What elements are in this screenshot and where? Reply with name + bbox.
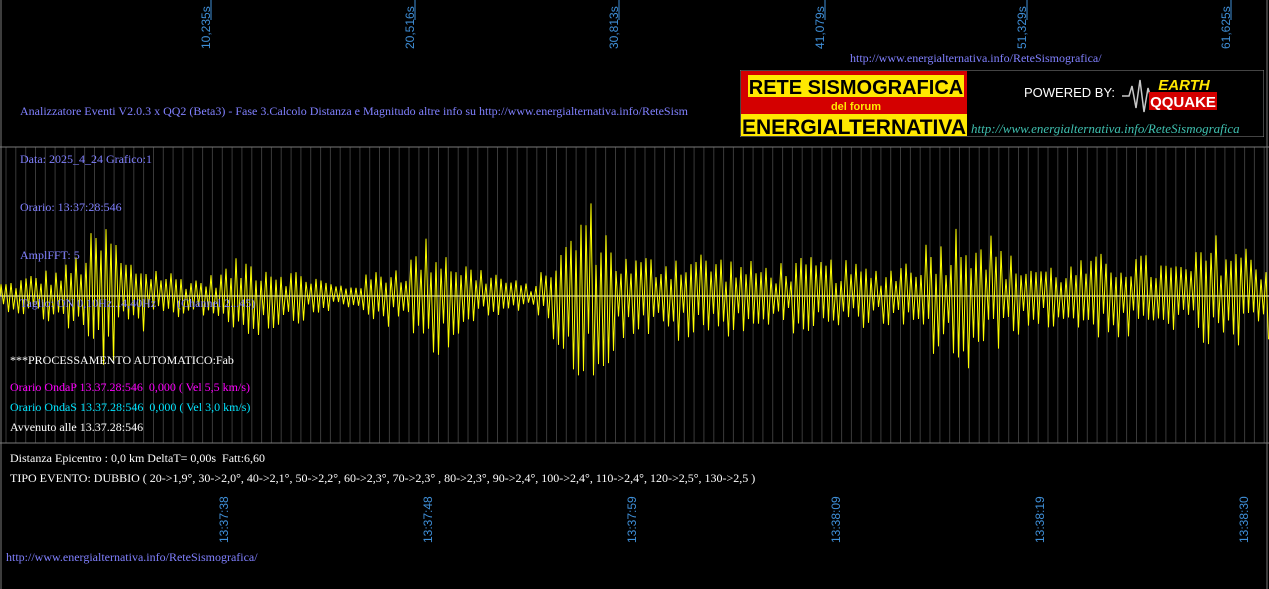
top-tick-3: 30,813s bbox=[607, 0, 621, 49]
bottom-tick-label: 13:37:59 bbox=[625, 496, 639, 543]
bottom-tick-label: 13:38:19 bbox=[1033, 496, 1047, 543]
bottom-tick-label: 13:37:48 bbox=[421, 496, 435, 543]
logo-brand-top: EARTH bbox=[1158, 77, 1211, 94]
top-tick-label: 41,079s bbox=[813, 6, 827, 49]
logo-title: RETE SISMOGRAFICA bbox=[749, 77, 963, 99]
top-tick-1: 10,235s bbox=[199, 0, 213, 49]
top-tick-6: 61,625s bbox=[1219, 0, 1233, 49]
header-filter: Taglio: ON 0,10Hz...4,40Hz (Channel 2...… bbox=[20, 296, 256, 310]
logo-brand-bottom: QQUAKE bbox=[1150, 94, 1216, 111]
top-tick-2: 20,516s bbox=[403, 0, 417, 49]
processing-label: ***PROCESSAMENTO AUTOMATICO:Fab bbox=[10, 353, 234, 367]
avvenuto-label: Avvenuto alle 13.37.28:546 bbox=[10, 420, 144, 434]
top-tick-label: 30,813s bbox=[607, 6, 621, 49]
header-title: Analizzatore Eventi V2.0.3 x QQ2 (Beta3)… bbox=[20, 104, 688, 118]
onda-p-label: Orario OndaP 13.37.28:546 0,000 ( Vel 5,… bbox=[10, 380, 250, 394]
logo-powered: POWERED BY: bbox=[1024, 85, 1115, 100]
logo-subtitle: del forum bbox=[831, 101, 881, 113]
onda-s-label: Orario OndaS 13.37.28:546 0,000 ( Vel 3,… bbox=[10, 400, 251, 414]
header-date: Data: 2025_4_24 Grafico:1 bbox=[20, 152, 152, 166]
tipo-evento-label: TIPO EVENTO: DUBBIO ( 20->1,9°, 30->2,0°… bbox=[10, 471, 756, 485]
header-info: Analizzatore Eventi V2.0.3 x QQ2 (Beta3)… bbox=[20, 71, 688, 327]
url-bottom[interactable]: http://www.energialternativa.info/ReteSi… bbox=[6, 549, 258, 565]
top-tick-5: 51,329s bbox=[1015, 0, 1029, 49]
distanza-label: Distanza Epicentro : 0,0 km DeltaT= 0,00… bbox=[10, 451, 266, 465]
top-tick-label: 61,625s bbox=[1219, 6, 1233, 49]
top-tick-label: 20,516s bbox=[403, 6, 417, 49]
rete-sismografica-logo: RETE SISMOGRAFICA del forum ENERGIALTERN… bbox=[740, 70, 1264, 137]
top-tick-4: 41,079s bbox=[813, 0, 827, 49]
bottom-tick-label: 13:38:09 bbox=[829, 496, 843, 543]
top-tick-label: 51,329s bbox=[1015, 6, 1029, 49]
url-top[interactable]: http://www.energialternativa.info/ReteSi… bbox=[850, 50, 1102, 66]
logo-name: ENERGIALTERNATIVA bbox=[742, 116, 966, 137]
bottom-axis: 13:37:38 13:37:48 13:37:59 13:38:09 13:3… bbox=[217, 496, 1251, 543]
header-amplfft: AmplFFT: 5 bbox=[20, 248, 80, 262]
top-tick-label: 10,235s bbox=[199, 6, 213, 49]
bottom-tick-label: 13:37:38 bbox=[217, 496, 231, 543]
logo-url[interactable]: http://www.energialternativa.info/ReteSi… bbox=[971, 121, 1240, 136]
top-axis: 10,235s 20,516s 30,813s 41,079s 51,329s … bbox=[199, 0, 1233, 49]
header-time: Orario: 13:37:28:546 bbox=[20, 200, 122, 214]
bottom-tick-label: 13:38:30 bbox=[1237, 496, 1251, 543]
